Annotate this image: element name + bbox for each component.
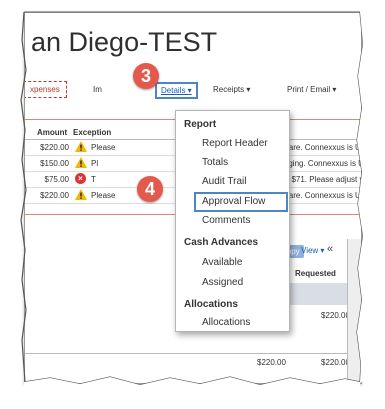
- torn-edge-border: [20, 11, 385, 409]
- screenshot-frame: an Diego-TEST xpenses Im Details ▾ Recei…: [0, 0, 385, 409]
